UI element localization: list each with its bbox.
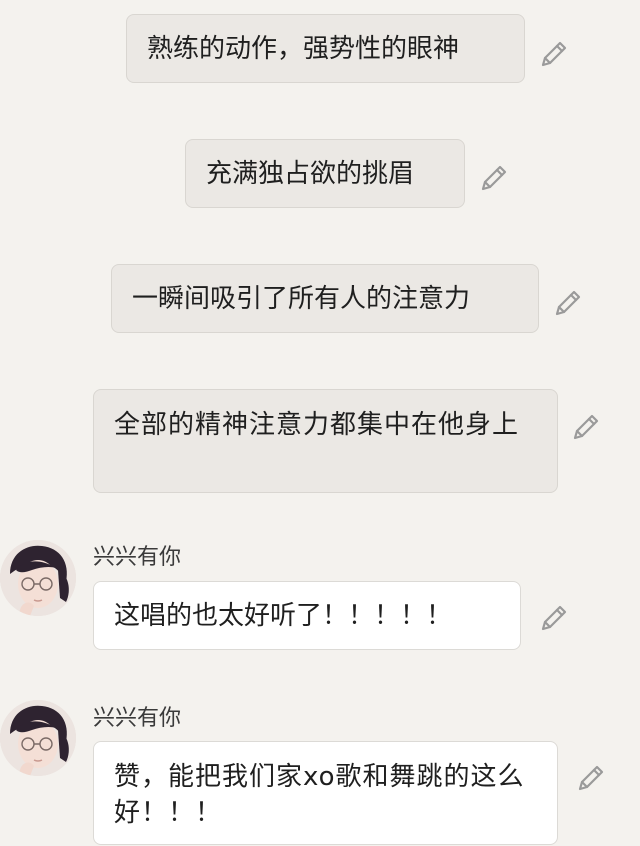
edit-pencil-icon[interactable] — [575, 762, 607, 794]
message-text: 赞，能把我们家xo歌和舞跳的这么好！！！ — [114, 762, 525, 828]
sender-name: 兴兴有你 — [93, 545, 182, 570]
sender-name: 兴兴有你 — [93, 706, 182, 731]
message-text: 这唱的也太好听了！！！！！ — [114, 600, 453, 631]
message-text: 一瞬间吸引了所有人的注意力 — [132, 283, 471, 314]
avatar[interactable] — [0, 700, 76, 776]
edit-pencil-icon[interactable] — [570, 411, 602, 443]
message-text: 熟练的动作，强势性的眼神 — [147, 33, 460, 64]
edit-pencil-icon[interactable] — [538, 602, 570, 634]
message-bubble[interactable]: 熟练的动作，强势性的眼神 — [126, 14, 525, 83]
message-bubble[interactable]: 赞，能把我们家xo歌和舞跳的这么好！！！ — [93, 741, 558, 845]
edit-pencil-icon[interactable] — [538, 38, 570, 70]
message-bubble[interactable]: 这唱的也太好听了！！！！！ — [93, 581, 521, 650]
message-text: 全部的精神注意力都集中在他身上 — [114, 410, 520, 440]
avatar[interactable] — [0, 540, 76, 616]
edit-pencil-icon[interactable] — [478, 162, 510, 194]
message-bubble[interactable]: 充满独占欲的挑眉 — [185, 139, 465, 208]
message-bubble[interactable]: 一瞬间吸引了所有人的注意力 — [111, 264, 539, 333]
message-bubble[interactable]: 全部的精神注意力都集中在他身上 — [93, 389, 558, 493]
message-text: 充满独占欲的挑眉 — [206, 158, 415, 189]
edit-pencil-icon[interactable] — [552, 287, 584, 319]
